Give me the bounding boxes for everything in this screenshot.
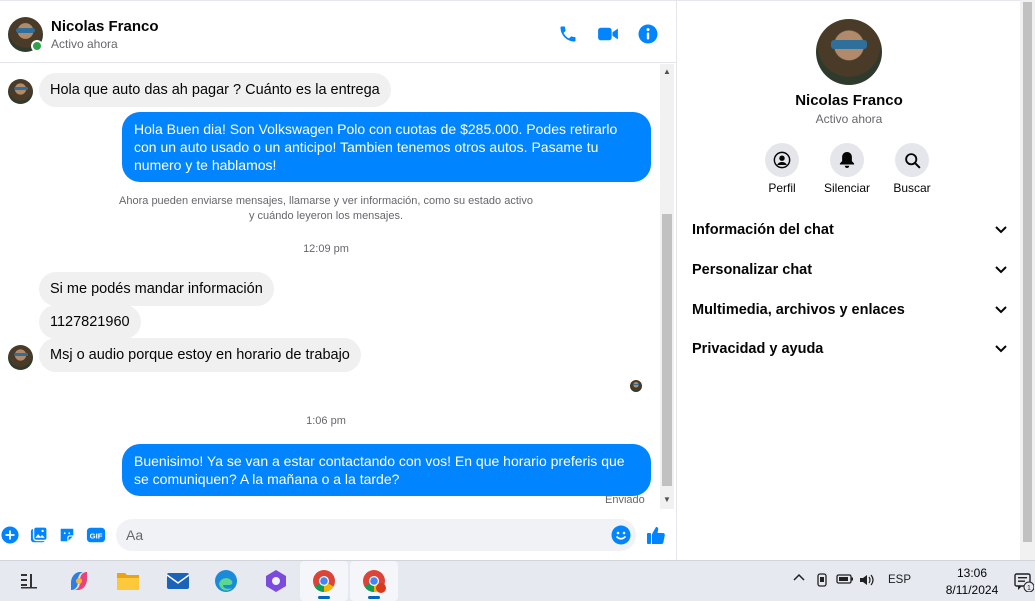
message-list[interactable]: Hola que auto das ah pagar ? Cuánto es l… — [0, 64, 660, 510]
like-icon[interactable] — [646, 525, 666, 545]
page-scrollbar[interactable] — [1020, 0, 1035, 560]
section-label: Información del chat — [692, 222, 834, 238]
section-label: Privacidad y ayuda — [692, 341, 824, 357]
sticker-icon[interactable] — [57, 525, 77, 545]
section-media-files-links[interactable]: Multimedia, archivos y enlaces — [692, 295, 1007, 325]
outgoing-message[interactable]: Buenisimo! Ya se van a estar contactando… — [122, 444, 651, 496]
delivery-status: Enviado — [605, 494, 645, 506]
chrome-icon[interactable] — [312, 569, 336, 593]
incoming-message[interactable]: Msj o audio porque estoy en horario de t… — [39, 338, 361, 372]
profile-icon — [765, 143, 799, 177]
composer: GIF — [0, 513, 676, 559]
info-avatar[interactable] — [816, 19, 882, 85]
plus-icon[interactable] — [0, 525, 20, 545]
chevron-up-icon[interactable] — [793, 572, 805, 585]
contact-status: Activo ahora — [51, 37, 118, 51]
scroll-down-icon[interactable]: ▼ — [663, 495, 671, 504]
seen-indicator-avatar — [630, 380, 642, 392]
gif-label: GIF — [90, 532, 103, 541]
profile-button[interactable]: Perfil — [752, 143, 812, 195]
edge-icon[interactable] — [214, 569, 238, 593]
phone-icon[interactable] — [557, 23, 579, 45]
active-app-indicator — [368, 596, 380, 599]
scroll-thumb[interactable] — [662, 214, 672, 486]
scroll-up-icon[interactable]: ▲ — [663, 67, 671, 76]
chat-pane: Nicolas Franco Activo ahora Hola que aut… — [0, 0, 676, 560]
incoming-message[interactable]: Si me podés mandar información — [39, 272, 274, 306]
volume-icon[interactable] — [859, 572, 875, 591]
search-icon — [895, 143, 929, 177]
section-customize-chat[interactable]: Personalizar chat — [692, 255, 1007, 285]
incoming-message[interactable]: 1127821960 — [39, 305, 141, 339]
online-indicator — [31, 40, 43, 52]
search-button[interactable]: Buscar — [882, 143, 942, 195]
section-chat-info[interactable]: Información del chat — [692, 215, 1007, 245]
windows-taskbar: ESP 13:06 8/11/2024 1 — [0, 560, 1035, 601]
info-icon[interactable] — [637, 23, 659, 45]
timestamp: 1:06 pm — [306, 415, 346, 427]
video-camera-icon[interactable] — [597, 23, 619, 45]
widgets-icon[interactable] — [17, 569, 41, 593]
info-contact-status: Activo ahora — [815, 112, 883, 126]
info-contact-name: Nicolas Franco — [795, 92, 903, 109]
system-notice-line: Ahora pueden enviarse mensajes, llamarse… — [119, 195, 533, 207]
notification-count: 1 — [1027, 585, 1031, 592]
chevron-down-icon — [995, 306, 1007, 314]
incoming-message[interactable]: Hola que auto das ah pagar ? Cuánto es l… — [39, 73, 391, 107]
clock-date[interactable]: 8/11/2024 — [937, 583, 1007, 597]
timestamp: 12:09 pm — [303, 243, 349, 255]
copilot-icon[interactable] — [67, 569, 91, 593]
chevron-down-icon — [995, 226, 1007, 234]
outgoing-message[interactable]: Hola Buen dia! Son Volkswagen Polo con c… — [122, 112, 651, 182]
clock-time[interactable]: 13:06 — [937, 566, 1007, 580]
mute-label: Silenciar — [823, 181, 871, 195]
chrome-profile-icon[interactable] — [362, 569, 386, 593]
battery-icon[interactable] — [836, 573, 854, 588]
system-notice: Ahora pueden enviarse mensajes, llamarse… — [80, 194, 572, 224]
contact-name[interactable]: Nicolas Franco — [51, 18, 159, 35]
mail-icon[interactable] — [166, 569, 190, 593]
emoji-icon[interactable] — [611, 525, 631, 545]
image-icon[interactable] — [29, 525, 49, 545]
system-notice-line: y cuándo leyeron los mensajes. — [248, 210, 404, 222]
search-label: Buscar — [893, 181, 931, 195]
language-indicator[interactable]: ESP — [888, 574, 911, 586]
page-scroll-thumb[interactable] — [1023, 2, 1032, 542]
active-app-indicator — [318, 596, 330, 599]
bell-icon — [830, 143, 864, 177]
message-avatar[interactable] — [8, 79, 33, 104]
section-privacy-help[interactable]: Privacidad y ayuda — [692, 334, 1007, 364]
file-explorer-icon[interactable] — [116, 569, 140, 593]
chat-header: Nicolas Franco Activo ahora — [0, 5, 676, 63]
message-input[interactable] — [116, 519, 636, 551]
mute-button[interactable]: Silenciar — [817, 143, 877, 195]
gif-icon[interactable]: GIF — [85, 525, 107, 545]
notification-icon[interactable]: 1 — [1014, 572, 1035, 595]
conversation-info-panel: Nicolas Franco Activo ahora Perfil Silen… — [676, 0, 1020, 560]
system-tray: ESP 13:06 8/11/2024 1 — [785, 561, 1035, 601]
message-avatar[interactable] — [8, 345, 33, 370]
clipchamp-icon[interactable] — [264, 569, 288, 593]
touchpad-icon[interactable] — [815, 572, 829, 591]
chevron-down-icon — [995, 345, 1007, 353]
section-label: Personalizar chat — [692, 262, 813, 278]
section-label: Multimedia, archivos y enlaces — [692, 302, 905, 318]
message-scrollbar[interactable]: ▲ ▼ — [660, 64, 674, 509]
profile-label: Perfil — [768, 181, 796, 195]
chevron-down-icon — [995, 266, 1007, 274]
